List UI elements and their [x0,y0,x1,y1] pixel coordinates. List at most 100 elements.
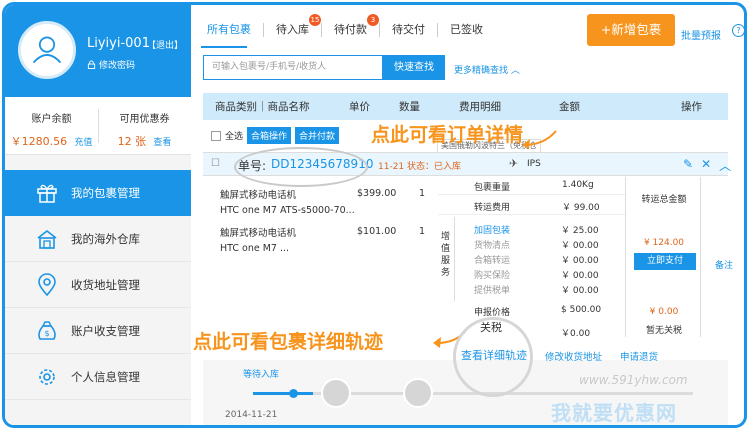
edit-address-link[interactable]: 修改收货地址 [545,349,602,363]
tax-value: ￥0.00 [561,329,591,339]
service-value: ￥ 00.00 [561,271,599,281]
track-detail-callout: 点此可看包裹详细轨迹 [193,331,384,353]
edit-icon[interactable]: ✎ [683,157,693,174]
timeline-current-dot [289,389,298,398]
merge-button[interactable]: 合箱操作 [247,127,292,144]
no-tax-text: 暂无关税 [645,326,682,336]
list-item: 触屏式移动电话机 HTC one M7 ... [220,226,296,256]
timeline-track [253,392,693,395]
package-tabs: 所有包裹 待入库 15 待付款 3 待交付 已签收 [201,14,495,41]
sidebar-nav: 我的包裹管理 我的海外仓库 收货地址管理 $ 账户收支管理 个人信息管理 [5,170,191,400]
money-bag-icon: $ [38,321,56,340]
warehouse-icon [37,229,57,249]
column-header: 费用明细 [459,101,501,113]
service-value: ￥ 00.00 [561,286,599,296]
note-link[interactable]: 备注 [715,258,733,271]
tab-label: 待入库 [276,23,309,36]
service-label: 货物清点 [474,241,511,251]
username: Liyiyi-001 [87,36,150,51]
sidebar-item-packages[interactable]: 我的包裹管理 [5,170,191,216]
column-header: 数量 [399,101,420,113]
svg-text:$: $ [44,329,49,338]
avatar[interactable] [18,21,76,79]
advanced-search-link[interactable]: 更多精确查找 ︿ [454,63,520,76]
added-service-label: 增值服务 [437,217,455,301]
pay-now-button[interactable]: 立即支付 [634,253,696,270]
item-qty: 1 [419,188,426,199]
tab-pending-payment[interactable]: 待付款 3 [322,14,380,37]
watermark-url: www.591yhw.com [579,373,688,387]
timeline-date: 2014-11-21 [225,410,278,420]
item-category: 触屏式移动电话机 [220,228,297,239]
list-item: 触屏式移动电话机 HTC one M7 ATS-s5000-70... [220,188,355,218]
settings-gear-icon [39,369,55,385]
column-header: 金额 [559,101,580,113]
coupon-title: 可用优惠券 [119,114,170,125]
column-header: 操作 [681,101,702,113]
order-links: 查看详细轨迹 修改收货地址 申请退货 [461,349,658,363]
plane-icon: ✈ [509,157,519,170]
sidebar-item-finance[interactable]: $ 账户收支管理 [5,308,191,354]
watermark-logo: 我就要优惠网 [551,401,677,425]
fee-row: 包裹重量 1.40Kg [438,177,626,195]
add-package-button[interactable]: +新增包裹 [587,14,675,46]
service-reinforce-link[interactable]: 加固包装 [474,223,510,236]
recharge-link[interactable]: 充值 [74,138,92,148]
lock-icon [87,60,96,69]
sidebar-item-label: 我的海外仓库 [71,232,140,246]
main-panel: 所有包裹 待入库 15 待付款 3 待交付 已签收 +新增包裹 批量预报 ? 可输入… [191,5,744,425]
change-password-link[interactable]: 修改密码 [87,58,135,71]
view-track-link[interactable]: 查看详细轨迹 [461,347,527,363]
item-qty: 1 [419,226,426,237]
profile-header: Liyiyi-001 【退出】 修改密码 [5,5,191,97]
view-coupons-link[interactable]: 查看 [153,138,171,148]
total-column: 转运总金额 ¥ 124.00 立即支付 ¥ 0.00 暂无关税 [625,177,701,337]
refund-link[interactable]: 申请退货 [620,349,658,363]
collapse-icon[interactable]: ☐ [211,158,220,169]
search-input[interactable]: 可输入包裹号/手机号/收货人 [203,55,383,80]
tab-label: 待付款 [334,23,367,36]
balance-panel: 账户余额 ￥1280.56 充值 可用优惠券 12 张 查看 [5,97,191,155]
fee-label: 转运费用 [474,203,511,213]
active-tab-indicator [201,46,247,48]
fee-value: ￥ 99.00 [562,203,600,213]
table-header: 商品类别｜商品名称 单价 数量 费用明细 金额 操作 [203,93,728,120]
close-icon[interactable]: ✕ [701,157,711,174]
tab-label: 已签收 [450,23,483,36]
help-icon[interactable]: ? [732,24,744,37]
select-all-label: 全选 [225,132,244,142]
service-label: 购买保险 [474,271,511,281]
logout-link[interactable]: 【退出】 [147,38,183,51]
timeline-progress [253,392,313,395]
highlight-circle [234,147,368,187]
tab-all[interactable]: 所有包裹 [201,23,264,37]
column-header: 单价 [349,101,370,113]
tab-pending-storage[interactable]: 待入库 15 [264,14,322,37]
chevron-up-icon[interactable]: ︿ [719,157,731,174]
sidebar: Liyiyi-001 【退出】 修改密码 账户余额 ￥1280.56 充值 可用… [5,5,191,425]
item-category: 触屏式移动电话机 [220,190,297,201]
account-balance-title: 账户余额 [31,114,72,125]
sidebar-item-label: 我的包裹管理 [71,186,140,200]
app-frame: Liyiyi-001 【退出】 修改密码 账户余额 ￥1280.56 充值 可用… [2,2,747,428]
tab-pending-delivery[interactable]: 待交付 [380,23,438,37]
quick-search-button[interactable]: 快速查找 [383,55,445,80]
account-balance-value: ￥1280.56 [10,135,68,148]
gift-box-icon [37,184,57,203]
fee-label: 包裹重量 [474,183,511,193]
batch-forecast-link[interactable]: 批量预报 [681,27,721,42]
total-label: 转运总金额 [641,195,687,205]
sidebar-item-warehouse[interactable]: 我的海外仓库 [5,216,191,262]
declared-value: $ 500.00 [561,305,602,315]
fee-value: 1.40Kg [562,180,594,190]
sidebar-item-label: 收货地址管理 [71,278,140,292]
sidebar-item-address[interactable]: 收货地址管理 [5,262,191,308]
sidebar-item-profile[interactable]: 个人信息管理 [5,354,191,400]
customs-stage-icon [403,378,433,408]
count-badge: 3 [367,14,379,26]
tab-received[interactable]: 已签收 [438,23,495,37]
service-value: ￥ 00.00 [561,241,599,251]
merge-pay-button[interactable]: 合并付款 [295,127,340,144]
account-balance: 账户余额 ￥1280.56 充值 [5,110,98,149]
select-all-checkbox[interactable] [211,130,221,141]
